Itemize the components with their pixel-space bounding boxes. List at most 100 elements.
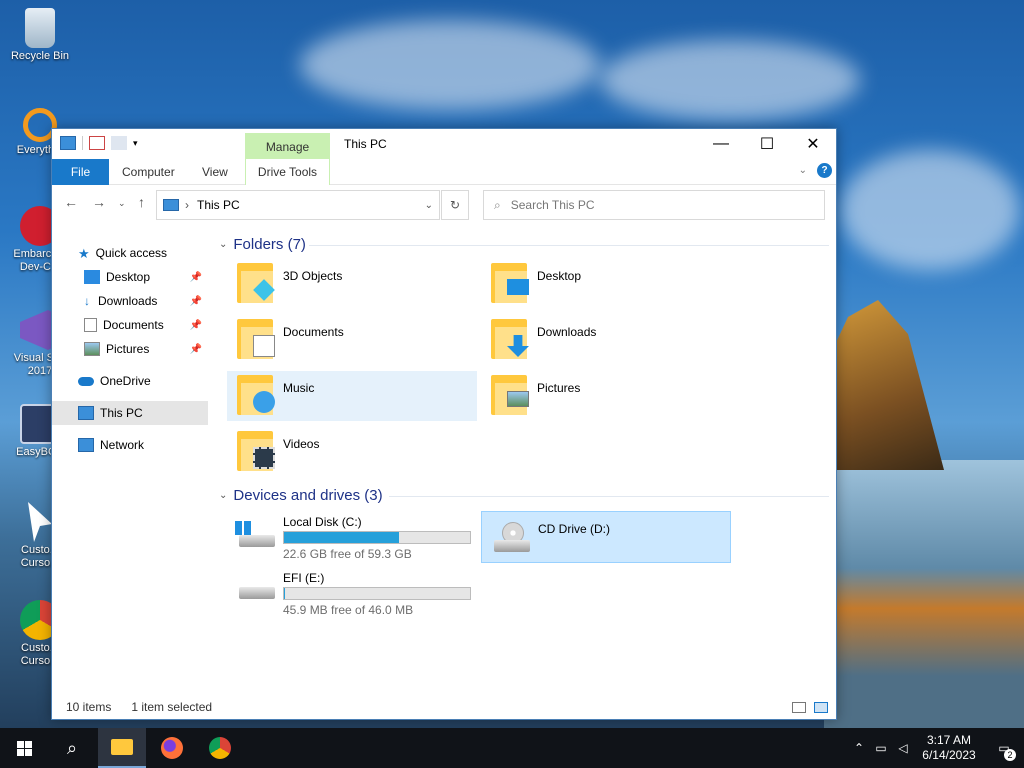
quick-access-toolbar: ▾ — [60, 136, 138, 150]
network-icon[interactable]: ▭ — [870, 741, 892, 755]
drive-free-space: 22.6 GB free of 59.3 GB — [283, 547, 412, 561]
content-pane: ⌄ Folders (7) 3D Objects Desktop Documen… — [217, 223, 837, 683]
nav-label: Quick access — [95, 246, 168, 260]
folder-downloads[interactable]: Downloads — [481, 315, 731, 365]
pictures-icon — [84, 342, 100, 356]
taskbar-firefox[interactable] — [148, 728, 196, 768]
folder-videos[interactable]: Videos — [227, 427, 477, 477]
folder-desktop[interactable]: Desktop — [481, 259, 731, 309]
nav-desktop[interactable]: Desktop 📌 — [52, 265, 208, 289]
ribbon-tabs: File Computer View Drive Tools ⌄ ? — [52, 159, 836, 185]
maximize-button[interactable]: ☐ — [744, 129, 790, 159]
back-arrow-icon[interactable]: ← — [64, 194, 78, 210]
drive-efi-e[interactable]: EFI (E:) 45.9 MB free of 46.0 MB — [227, 567, 477, 619]
folder-music[interactable]: Music — [227, 371, 477, 421]
nav-onedrive[interactable]: OneDrive — [52, 369, 208, 393]
large-icons-view-icon[interactable] — [814, 701, 828, 713]
folder-label: Videos — [283, 437, 320, 451]
search-input[interactable]: ⌕ Search This PC — [483, 190, 825, 220]
details-view-icon[interactable] — [792, 701, 806, 713]
expand-ribbon-icon[interactable]: ⌄ — [799, 165, 807, 176]
close-button[interactable]: ✕ — [790, 129, 836, 159]
nav-quick-access[interactable]: ★ Quick access — [52, 241, 208, 265]
folder-icon — [237, 263, 275, 303]
computer-icon[interactable] — [60, 136, 76, 150]
nav-pictures[interactable]: Pictures 📌 — [52, 337, 208, 361]
folder-documents[interactable]: Documents — [227, 315, 477, 365]
pin-icon[interactable]: 📌 — [190, 296, 202, 307]
firefox-icon — [161, 737, 183, 759]
search-placeholder: Search This PC — [510, 198, 595, 212]
help-icon[interactable]: ? — [817, 163, 832, 178]
pin-icon[interactable]: 📌 — [190, 344, 202, 355]
folder-3d-objects[interactable]: 3D Objects — [227, 259, 477, 309]
nav-label: Pictures — [106, 342, 150, 356]
clock-date: 6/14/2023 — [922, 748, 976, 762]
folder-icon — [491, 319, 529, 359]
pin-icon[interactable]: 📌 — [190, 320, 202, 331]
wallpaper-cloud — [300, 20, 600, 110]
wallpaper-sea — [824, 460, 1024, 730]
folders-group-header[interactable]: ⌄ Folders (7) — [219, 236, 306, 253]
cloud-icon — [78, 376, 94, 386]
item-count: 10 items — [66, 700, 112, 714]
taskbar-file-explorer[interactable] — [98, 728, 146, 768]
minimize-button[interactable]: — — [698, 129, 744, 159]
address-bar-row: ← → ⌄ ↑ › This PC ⌄ ↻ ⌕ Search This PC — [52, 185, 836, 223]
desktop-icon-recycle-bin[interactable]: Recycle Bin — [2, 8, 78, 63]
tab-drive-tools[interactable]: Drive Tools — [245, 159, 330, 185]
drive-local-disk-c[interactable]: Local Disk (C:) 22.6 GB free of 59.3 GB — [227, 511, 477, 563]
drive-usage-bar — [283, 531, 471, 544]
drive-cd-d[interactable]: CD Drive (D:) — [481, 511, 731, 563]
customize-qat-icon[interactable]: ▾ — [133, 138, 138, 149]
tab-computer[interactable]: Computer — [112, 159, 185, 185]
group-title: Devices and drives (3) — [233, 487, 383, 504]
folder-icon — [111, 739, 133, 755]
tab-file[interactable]: File — [52, 159, 109, 185]
notifications-button[interactable]: ▭ 2 — [984, 741, 1024, 761]
nav-label: Documents — [103, 318, 164, 332]
properties-icon[interactable] — [89, 136, 105, 150]
new-folder-icon[interactable] — [111, 136, 127, 150]
nav-documents[interactable]: Documents 📌 — [52, 313, 208, 337]
nav-network[interactable]: Network — [52, 433, 208, 457]
wallpaper-cloud — [600, 40, 860, 120]
chevron-right-icon[interactable]: › — [185, 198, 189, 212]
nav-downloads[interactable]: ↓ Downloads 📌 — [52, 289, 208, 313]
drive-usage-bar — [283, 587, 471, 600]
tab-manage[interactable]: Manage — [245, 133, 330, 161]
desktop-icon-label: Recycle Bin — [10, 50, 70, 62]
search-button[interactable]: ⌕ — [48, 728, 96, 768]
pin-icon[interactable]: 📌 — [190, 272, 202, 283]
download-icon: ↓ — [84, 294, 90, 308]
nav-this-pc[interactable]: This PC — [52, 401, 208, 425]
chevron-up-icon[interactable]: ⌃ — [848, 741, 870, 755]
title-bar: ▾ Manage This PC — ☐ ✕ — [52, 129, 836, 161]
taskbar-chrome[interactable] — [196, 728, 244, 768]
hard-drive-icon — [235, 521, 275, 551]
folder-label: Documents — [283, 325, 344, 339]
volume-muted-icon[interactable]: ◁ — [892, 741, 914, 755]
folder-icon — [237, 431, 275, 471]
wallpaper-cloud — [840, 150, 1020, 270]
clock[interactable]: 3:17 AM 6/14/2023 — [914, 733, 984, 763]
drive-name: EFI (E:) — [283, 571, 325, 585]
chevron-down-icon[interactable]: ⌄ — [425, 200, 433, 211]
folder-label: Desktop — [537, 269, 582, 283]
desktop-icon — [84, 270, 100, 284]
address-box[interactable]: › This PC ⌄ — [156, 190, 440, 220]
computer-icon — [78, 406, 94, 420]
recent-locations-icon[interactable]: ⌄ — [118, 198, 126, 209]
status-bar: 10 items 1 item selected — [52, 695, 836, 719]
drive-name: CD Drive (D:) — [538, 522, 610, 536]
computer-icon — [163, 199, 179, 211]
nav-label: Desktop — [106, 270, 151, 284]
devices-group-header[interactable]: ⌄ Devices and drives (3) — [219, 487, 383, 504]
up-arrow-icon[interactable]: ↑ — [138, 194, 145, 210]
tab-view[interactable]: View — [192, 159, 238, 185]
nav-label: OneDrive — [100, 374, 151, 388]
start-button[interactable] — [0, 728, 48, 768]
folder-pictures[interactable]: Pictures — [481, 371, 731, 421]
forward-arrow-icon[interactable]: → — [92, 194, 106, 210]
refresh-button[interactable]: ↻ — [441, 190, 469, 220]
